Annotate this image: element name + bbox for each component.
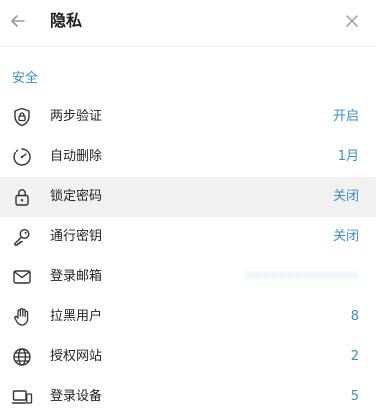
- header-bar: 隐私: [0, 0, 376, 47]
- close-button[interactable]: [340, 9, 364, 33]
- row-blocked-users[interactable]: 拉黑用户 8: [0, 297, 376, 337]
- row-passkeys[interactable]: 通行密钥 关闭: [0, 217, 376, 257]
- page-title: 隐私: [50, 11, 83, 30]
- row-label: 登录设备: [50, 389, 103, 404]
- close-icon: [344, 13, 360, 29]
- arrow-left-icon: [8, 11, 28, 31]
- row-label: 通行密钥: [50, 229, 103, 244]
- row-value: 2: [350, 349, 359, 364]
- row-auto-delete[interactable]: 自动删除 1月: [0, 137, 376, 177]
- row-value: 关闭: [332, 229, 359, 244]
- globe-icon: [11, 346, 33, 368]
- timer-icon: [11, 146, 33, 168]
- section-title-security: 安全: [12, 71, 39, 86]
- row-value: 开启: [332, 109, 359, 124]
- devices-icon: [11, 386, 33, 408]
- row-value: 1月: [337, 149, 359, 164]
- email-value-obscured: ••••••••••••••: [244, 269, 359, 284]
- row-label: 授权网站: [50, 349, 103, 364]
- mail-icon: [11, 266, 33, 288]
- hand-icon: [11, 306, 33, 328]
- row-label: 拉黑用户: [50, 309, 103, 324]
- row-login-email[interactable]: 登录邮箱 ••••••••••••••: [0, 257, 376, 297]
- row-label: 锁定密码: [50, 189, 103, 204]
- row-label: 两步验证: [50, 109, 103, 124]
- row-active-sessions[interactable]: 登录设备 5: [0, 377, 376, 417]
- row-value: 关闭: [332, 189, 359, 204]
- shield-lock-icon: [11, 106, 33, 128]
- key-icon: [11, 226, 33, 248]
- row-passcode-lock[interactable]: 锁定密码 关闭: [0, 177, 376, 217]
- row-value: 5: [350, 389, 359, 404]
- back-button[interactable]: [6, 9, 30, 33]
- lock-icon: [11, 186, 33, 208]
- row-two-step-verification[interactable]: 两步验证 开启: [0, 97, 376, 137]
- row-label: 登录邮箱: [50, 269, 103, 284]
- row-authorized-websites[interactable]: 授权网站 2: [0, 337, 376, 377]
- row-label: 自动删除: [50, 149, 103, 164]
- security-settings-list: 两步验证 开启 自动删除 1月 锁定密码 关闭 通行密钥 关闭 登录邮箱 •••…: [0, 97, 376, 417]
- row-value: 8: [350, 309, 359, 324]
